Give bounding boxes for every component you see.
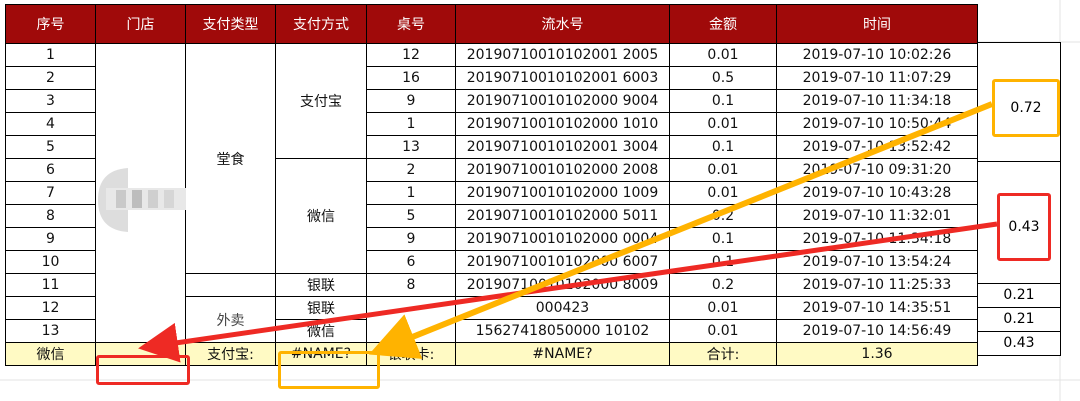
orange-arrow: [368, 101, 994, 359]
annotation-arrows: [138, 101, 998, 363]
red-arrow: [138, 221, 998, 363]
